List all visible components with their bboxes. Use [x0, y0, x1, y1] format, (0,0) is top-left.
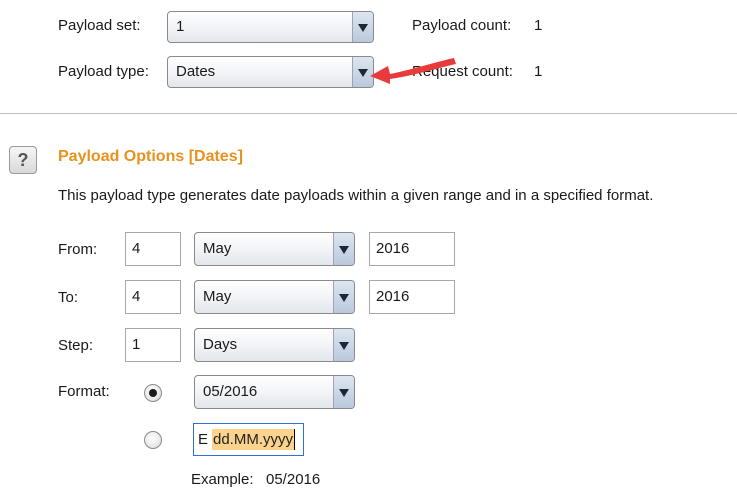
example-value: 05/2016 — [266, 471, 321, 488]
step-unit-value: Days — [203, 336, 238, 353]
section-divider — [0, 113, 737, 114]
format-custom-input[interactable]: E dd.MM.yyyy — [193, 423, 304, 456]
payload-count-label: Payload count: — [412, 17, 512, 34]
from-day-value: 4 — [132, 240, 141, 257]
format-custom-prefix: E — [198, 431, 209, 448]
from-month-dropdown-button[interactable] — [333, 233, 354, 265]
to-day-value: 4 — [132, 288, 141, 305]
to-month-value: May — [203, 288, 232, 305]
format-preset-select[interactable]: 05/2016 — [194, 375, 355, 409]
format-preset-value: 05/2016 — [203, 383, 258, 400]
from-day-field[interactable]: 4 — [125, 232, 181, 266]
from-year-value: 2016 — [376, 240, 410, 257]
payload-type-label: Payload type: — [58, 63, 149, 80]
text-caret — [294, 429, 295, 450]
to-day-field[interactable]: 4 — [125, 280, 181, 314]
help-icon[interactable]: ? — [9, 146, 37, 174]
example-label: Example: — [191, 471, 254, 488]
payload-type-select[interactable]: Dates — [167, 56, 374, 88]
from-label: From: — [58, 241, 98, 258]
payload-set-select[interactable]: 1 — [167, 11, 374, 43]
to-month-select[interactable]: May — [194, 280, 355, 314]
annotation-arrow — [370, 58, 456, 84]
format-custom-selected-text: dd.MM.yyyy — [212, 429, 295, 450]
to-month-dropdown-button[interactable] — [333, 281, 354, 313]
format-preset-dropdown-button[interactable] — [333, 376, 354, 408]
format-label: Format: — [58, 383, 110, 400]
step-label: Step: — [58, 337, 94, 354]
chevron-down-icon — [339, 342, 349, 350]
chevron-down-icon — [358, 24, 368, 32]
request-count-value: 1 — [534, 63, 543, 80]
step-unit-dropdown-button[interactable] — [333, 329, 354, 361]
format-preset-radio[interactable] — [144, 384, 162, 402]
step-value-field[interactable]: 1 — [125, 328, 181, 362]
payload-set-dropdown-button[interactable] — [352, 12, 373, 42]
section-description: This payload type generates date payload… — [58, 187, 654, 204]
section-title: Payload Options [Dates] — [58, 148, 243, 165]
to-year-value: 2016 — [376, 288, 410, 305]
step-unit-select[interactable]: Days — [194, 328, 355, 362]
radio-selected-dot — [149, 389, 157, 397]
from-year-field[interactable]: 2016 — [369, 232, 455, 266]
payload-set-label: Payload set: — [58, 17, 141, 34]
chevron-down-icon — [339, 246, 349, 254]
format-custom-radio[interactable] — [144, 431, 162, 449]
payload-type-value: Dates — [176, 63, 216, 80]
chevron-down-icon — [339, 294, 349, 302]
to-label: To: — [58, 289, 79, 306]
chevron-down-icon — [339, 389, 349, 397]
to-year-field[interactable]: 2016 — [369, 280, 455, 314]
from-month-select[interactable]: May — [194, 232, 355, 266]
step-value: 1 — [132, 336, 141, 353]
payload-count-value: 1 — [534, 17, 543, 34]
from-month-value: May — [203, 240, 232, 257]
payload-set-value: 1 — [176, 18, 185, 35]
